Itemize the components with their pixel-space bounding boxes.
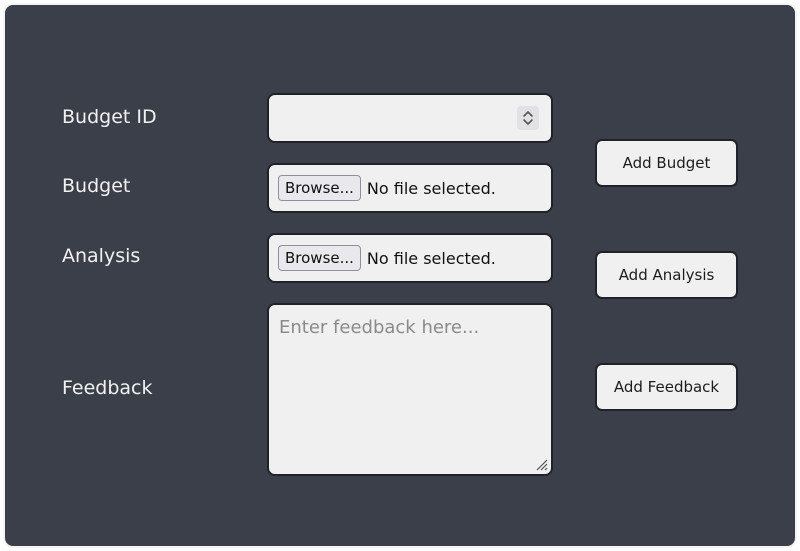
budget-file-status: No file selected. <box>366 178 496 198</box>
number-spinner[interactable] <box>517 106 539 130</box>
form-panel: Budget ID Budget Browse... No file selec… <box>3 3 797 548</box>
budget-id-input[interactable] <box>267 93 553 143</box>
analysis-label: Analysis <box>62 245 141 267</box>
analysis-browse-button[interactable]: Browse... <box>278 245 361 271</box>
budget-browse-button[interactable]: Browse... <box>278 175 361 201</box>
feedback-label: Feedback <box>62 377 153 399</box>
budget-id-label: Budget ID <box>62 106 157 128</box>
add-feedback-button[interactable]: Add Feedback <box>595 363 738 411</box>
budget-label: Budget <box>62 175 131 197</box>
add-analysis-button[interactable]: Add Analysis <box>595 251 738 299</box>
analysis-file-input[interactable]: Browse... No file selected. <box>267 233 553 283</box>
analysis-file-status: No file selected. <box>366 248 496 268</box>
budget-file-input[interactable]: Browse... No file selected. <box>267 163 553 213</box>
feedback-textarea[interactable]: Enter feedback here... <box>267 303 553 476</box>
resize-handle-icon[interactable] <box>534 457 548 471</box>
spinner-arrows-icon <box>523 111 533 125</box>
add-budget-button[interactable]: Add Budget <box>595 139 738 187</box>
feedback-placeholder: Enter feedback here... <box>279 317 480 338</box>
